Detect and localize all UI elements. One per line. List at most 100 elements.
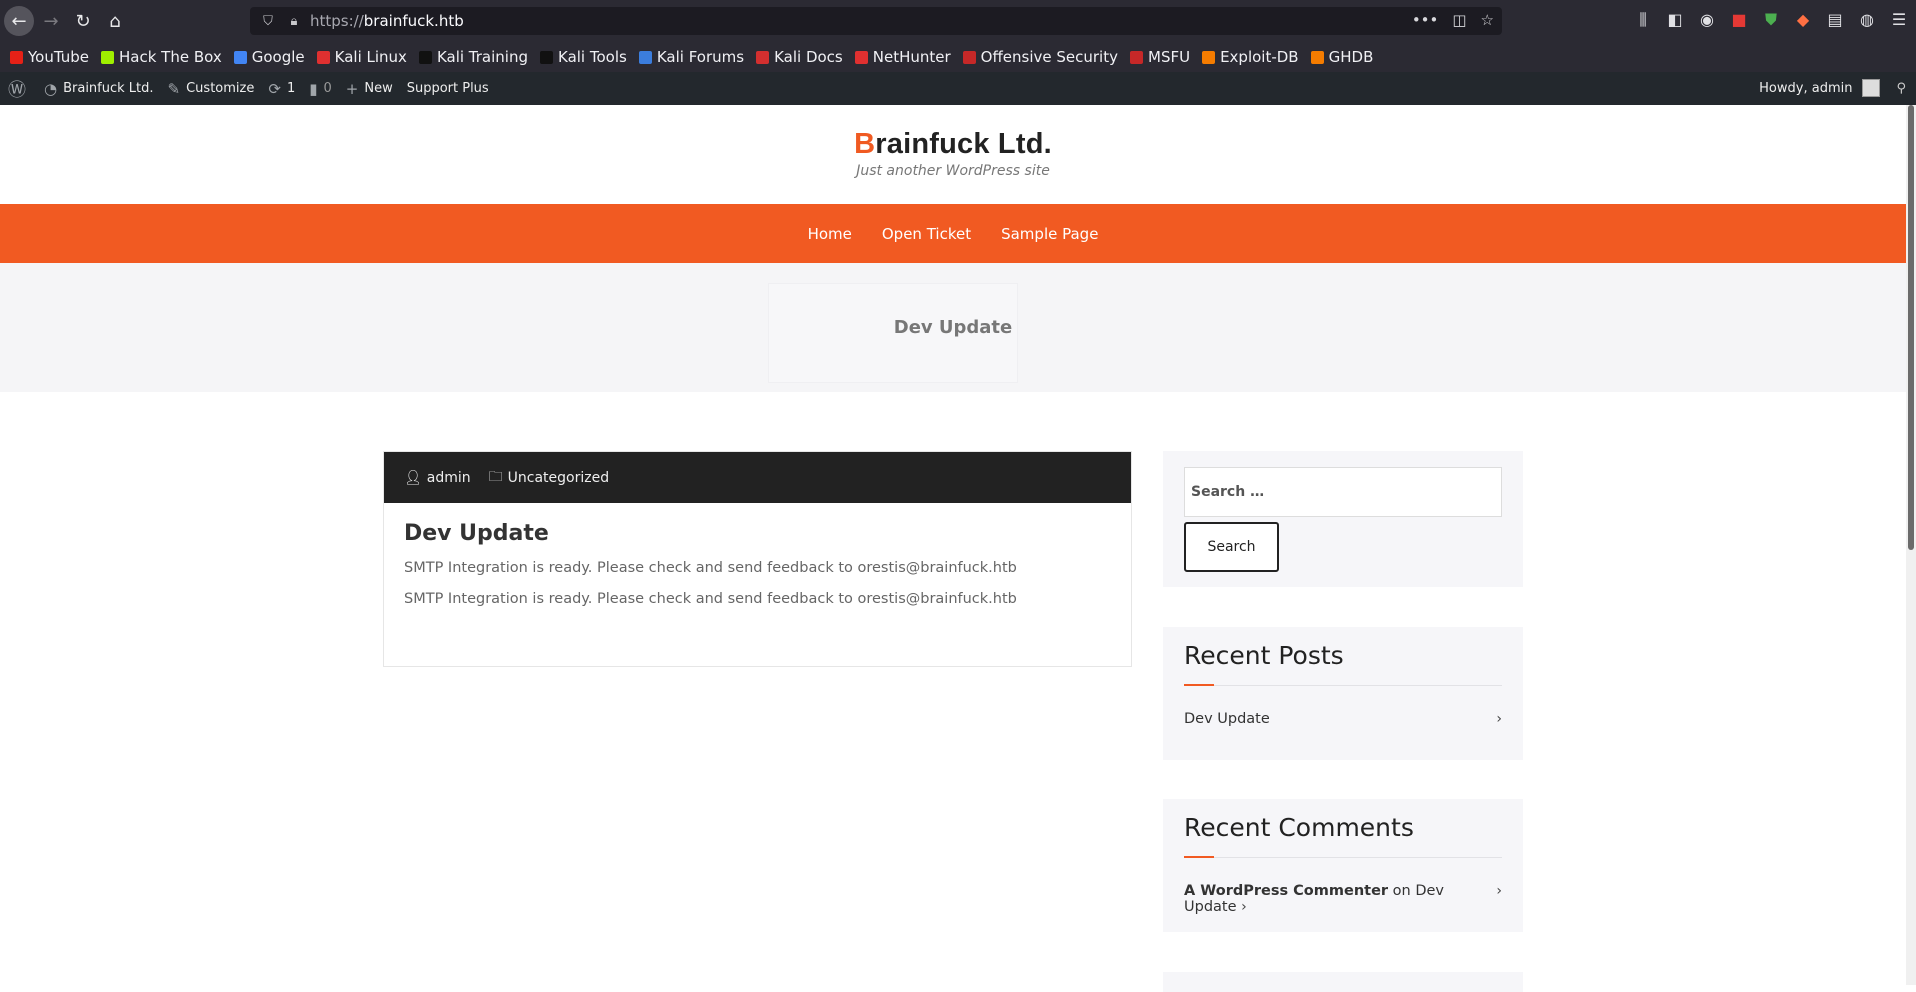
home-button[interactable]: ⌂ (100, 6, 130, 36)
extension-red-icon[interactable]: ■ (1730, 10, 1748, 30)
page-actions-icon[interactable]: ••• (1412, 11, 1439, 29)
lock-icon: 🔒︎ (290, 13, 298, 29)
dashboard-icon: ◔ (44, 79, 58, 98)
extension-fox-icon[interactable]: ◆ (1794, 10, 1812, 30)
comment-icon: ▮ (309, 79, 318, 98)
comment-author-link[interactable]: A WordPress Commenter (1184, 883, 1388, 899)
bookmark-star-icon[interactable]: ☆ (1481, 11, 1494, 29)
sidebar-icon[interactable]: ◧ (1666, 10, 1684, 30)
wordpress-logo-icon[interactable]: Ⓦ (8, 76, 26, 102)
post-author[interactable]: 👤︎ admin (404, 470, 471, 486)
menu-item-sample-page[interactable]: Sample Page (1001, 225, 1098, 243)
bookmark-favicon-icon (1202, 50, 1216, 64)
bookmark-favicon-icon (540, 50, 553, 64)
extension-shield-icon[interactable]: ⛊ (1762, 10, 1780, 30)
bookmark-favicon-icon (1130, 50, 1143, 64)
folder-icon: 🗀 (488, 468, 503, 485)
sidebar-widget-next (1163, 972, 1523, 992)
site-tagline: Just another WordPress site (856, 163, 1050, 179)
library-icon[interactable]: ⫼ (1634, 10, 1652, 30)
widget-divider (1184, 856, 1502, 858)
back-button[interactable]: ← (4, 6, 34, 36)
admin-site-link[interactable]: ◔ Brainfuck Ltd. (44, 80, 154, 98)
comments-link[interactable]: ▮ 0 (309, 80, 332, 98)
page-title: Dev Update (893, 317, 1013, 338)
bookmarks-bar: YouTube Hack The Box Google Kali Linux Kali … (0, 42, 1916, 72)
page-banner: Dev Update (0, 263, 1906, 392)
bookmark-favicon-icon (10, 50, 23, 64)
post-article: 👤︎ admin 🗀 Uncategorized Dev Update SMTP I… (383, 451, 1132, 667)
bookmark-favicon-icon (756, 50, 770, 64)
bookmark-item[interactable]: Exploit-DB (1202, 48, 1299, 66)
search-icon[interactable]: ⚲ (1896, 81, 1906, 96)
search-button[interactable]: Search (1184, 522, 1279, 572)
recent-posts-widget: Recent Posts Dev Update › (1163, 627, 1523, 760)
avatar[interactable] (1862, 79, 1881, 97)
bookmark-favicon-icon (854, 50, 868, 64)
updates-icon: ⟳ (268, 79, 281, 98)
post-title[interactable]: Dev Update (404, 521, 1131, 546)
howdy-link[interactable]: Howdy, admin (1759, 81, 1852, 96)
menu-item-home[interactable]: Home (808, 225, 852, 243)
chevron-right-icon: › (1496, 711, 1502, 727)
wp-admin-bar: Ⓦ ◔ Brainfuck Ltd. ✎ Customize ⟳ 1 ▮ 0 + New … (0, 72, 1916, 105)
customize-link[interactable]: ✎ Customize (168, 80, 255, 98)
reload-button[interactable]: ↻ (68, 6, 98, 36)
pocket-icon[interactable]: ◫ (1452, 11, 1466, 29)
menu-item-open-ticket[interactable]: Open Ticket (882, 225, 971, 243)
extension-box-icon[interactable]: ▤ (1826, 10, 1844, 30)
browser-toolbar: ← → ↻ ⌂ ⛉ 🔒︎ https://brainfuck.htb ••• ◫… (0, 0, 1916, 42)
recent-comments-widget: Recent Comments A WordPress Commenter on… (1163, 799, 1523, 932)
recent-post-item[interactable]: Dev Update › (1184, 711, 1502, 727)
bookmark-item[interactable]: Kali Linux (316, 48, 407, 66)
brush-icon: ✎ (167, 79, 181, 98)
bookmark-item[interactable]: Kali Training (418, 48, 528, 66)
forward-button[interactable]: → (36, 6, 66, 36)
scroll-thumb[interactable] (1908, 105, 1914, 550)
chevron-right-icon: › (1496, 883, 1502, 899)
menu-icon[interactable]: ☰ (1890, 10, 1908, 30)
bookmark-item[interactable]: MSFU (1130, 48, 1190, 66)
widget-divider (1184, 684, 1502, 686)
bookmark-item[interactable]: NetHunter (854, 48, 951, 66)
site-header: Brainfuck Ltd. Just another WordPress si… (0, 105, 1906, 204)
bookmark-item[interactable]: Hack The Box (101, 48, 222, 66)
bookmark-favicon-icon (418, 50, 432, 64)
bookmark-item[interactable]: GHDB (1310, 48, 1373, 66)
main-menu: Home Open Ticket Sample Page (0, 204, 1906, 263)
bookmark-item[interactable]: Kali Tools (540, 48, 627, 66)
bookmark-item[interactable]: Google (233, 48, 305, 66)
new-link[interactable]: + New (346, 80, 393, 98)
bookmark-favicon-icon (1310, 50, 1324, 64)
post-category[interactable]: 🗀 Uncategorized (489, 466, 609, 490)
bookmark-item[interactable]: Offensive Security (962, 48, 1118, 66)
support-plus-link[interactable]: Support Plus (407, 81, 489, 96)
updates-link[interactable]: ⟳ 1 (268, 80, 295, 98)
chevron-right-icon: › (1241, 899, 1247, 915)
bookmark-item[interactable]: Kali Forums (638, 48, 744, 66)
bookmark-favicon-icon (638, 50, 652, 64)
bookmark-favicon-icon (233, 50, 247, 64)
site-title[interactable]: Brainfuck Ltd. (0, 128, 1906, 161)
bookmark-favicon-icon (101, 50, 114, 64)
plus-icon: + (345, 79, 359, 98)
page-scrollbar[interactable] (1906, 105, 1916, 985)
bookmark-favicon-icon (962, 50, 976, 64)
bookmark-favicon-icon (316, 50, 330, 64)
user-icon: 👤︎ (404, 469, 422, 486)
post-paragraph: SMTP Integration is ready. Please check … (404, 560, 1017, 576)
recent-comment-item: A WordPress Commenter on Dev Update › › (1184, 883, 1502, 915)
search-widget: Search … Search (1163, 451, 1523, 587)
post-meta: 👤︎ admin 🗀 Uncategorized (384, 452, 1131, 503)
url-bar[interactable]: ⛉ 🔒︎ https://brainfuck.htb ••• ◫ ☆ (250, 7, 1502, 35)
bookmark-item[interactable]: YouTube (10, 48, 89, 66)
url-text: https://brainfuck.htb (310, 12, 464, 30)
recent-comments-title: Recent Comments (1184, 813, 1414, 842)
extension-cookie-icon[interactable]: ◍ (1858, 10, 1876, 30)
bookmark-item[interactable]: Kali Docs (756, 48, 843, 66)
shield-icon: ⛉ (263, 13, 273, 29)
recent-posts-title: Recent Posts (1184, 641, 1344, 670)
account-icon[interactable]: ◉ (1698, 10, 1716, 30)
search-input[interactable]: Search … (1184, 467, 1502, 517)
post-paragraph: SMTP Integration is ready. Please check … (404, 591, 1017, 607)
